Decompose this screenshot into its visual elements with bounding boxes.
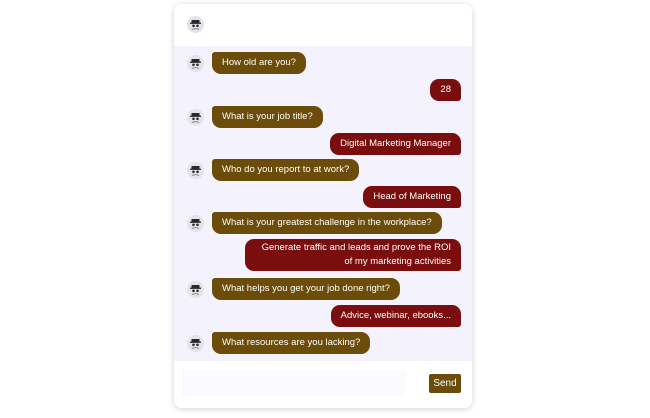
bot-message: What is your job title? [174, 106, 472, 130]
user-message-bubble: Advice, webinar, ebooks... [330, 305, 461, 327]
bot-message-bubble: What is your greatest challenge in the w… [212, 212, 442, 234]
bot-message: How old are you? [174, 52, 472, 76]
bot-avatar-icon [187, 162, 204, 179]
user-message-bubble: Head of Marketing [363, 186, 461, 208]
user-message: Head of Marketing [174, 186, 472, 210]
message-input[interactable] [182, 370, 405, 396]
bot-avatar-icon [187, 335, 204, 352]
bot-message-bubble: How old are you? [212, 52, 306, 74]
bot-message-bubble: What helps you get your job done right? [212, 278, 400, 300]
chat-window: How old are you? 28 What is your job tit… [174, 4, 472, 408]
user-message-bubble: 28 [430, 79, 461, 101]
bot-message: What resources are you lacking? [174, 332, 472, 356]
bot-avatar-icon [187, 281, 204, 298]
user-message: Generate traffic and leads and prove the… [174, 239, 472, 273]
bot-message-bubble: What is your job title? [212, 106, 323, 128]
bot-avatar-icon [187, 215, 204, 232]
bot-avatar-icon [187, 55, 204, 72]
bot-message-bubble: What resources are you lacking? [212, 332, 371, 354]
bot-message: What helps you get your job done right? [174, 278, 472, 302]
message-list[interactable]: How old are you? 28 What is your job tit… [174, 46, 472, 361]
send-button[interactable]: Send [429, 374, 461, 393]
user-message-bubble: Digital Marketing Manager [330, 133, 461, 155]
bot-avatar-icon [187, 16, 204, 33]
bot-avatar-icon [187, 109, 204, 126]
bot-message: What is your greatest challenge in the w… [174, 212, 472, 236]
bot-message: Who do you report to at work? [174, 159, 472, 183]
chat-header [174, 4, 472, 46]
user-message: 28 [174, 79, 472, 103]
user-message: Digital Marketing Manager [174, 133, 472, 157]
composer: Send [174, 361, 472, 408]
bot-message-bubble: Who do you report to at work? [212, 159, 360, 181]
user-message-bubble: Generate traffic and leads and prove the… [245, 239, 461, 271]
user-message: Advice, webinar, ebooks... [174, 305, 472, 329]
